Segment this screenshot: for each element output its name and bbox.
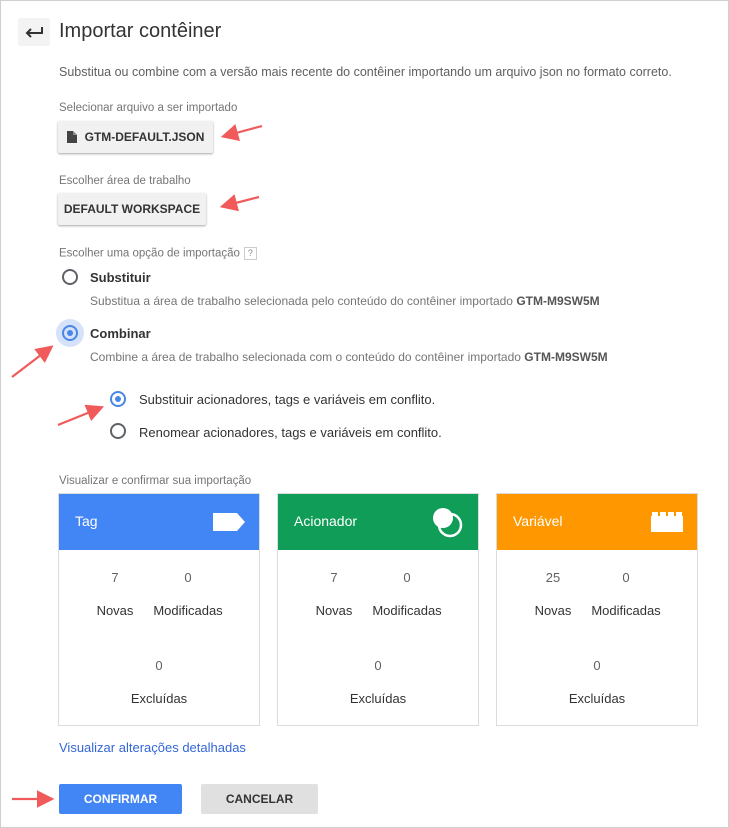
annotation-arrows	[11, 124, 263, 808]
arrow-to-merge-option	[11, 345, 54, 378]
arrow-to-file-button	[220, 124, 263, 142]
arrow-to-workspace-button	[219, 194, 260, 212]
arrow-to-conflict-overwrite	[57, 404, 105, 427]
